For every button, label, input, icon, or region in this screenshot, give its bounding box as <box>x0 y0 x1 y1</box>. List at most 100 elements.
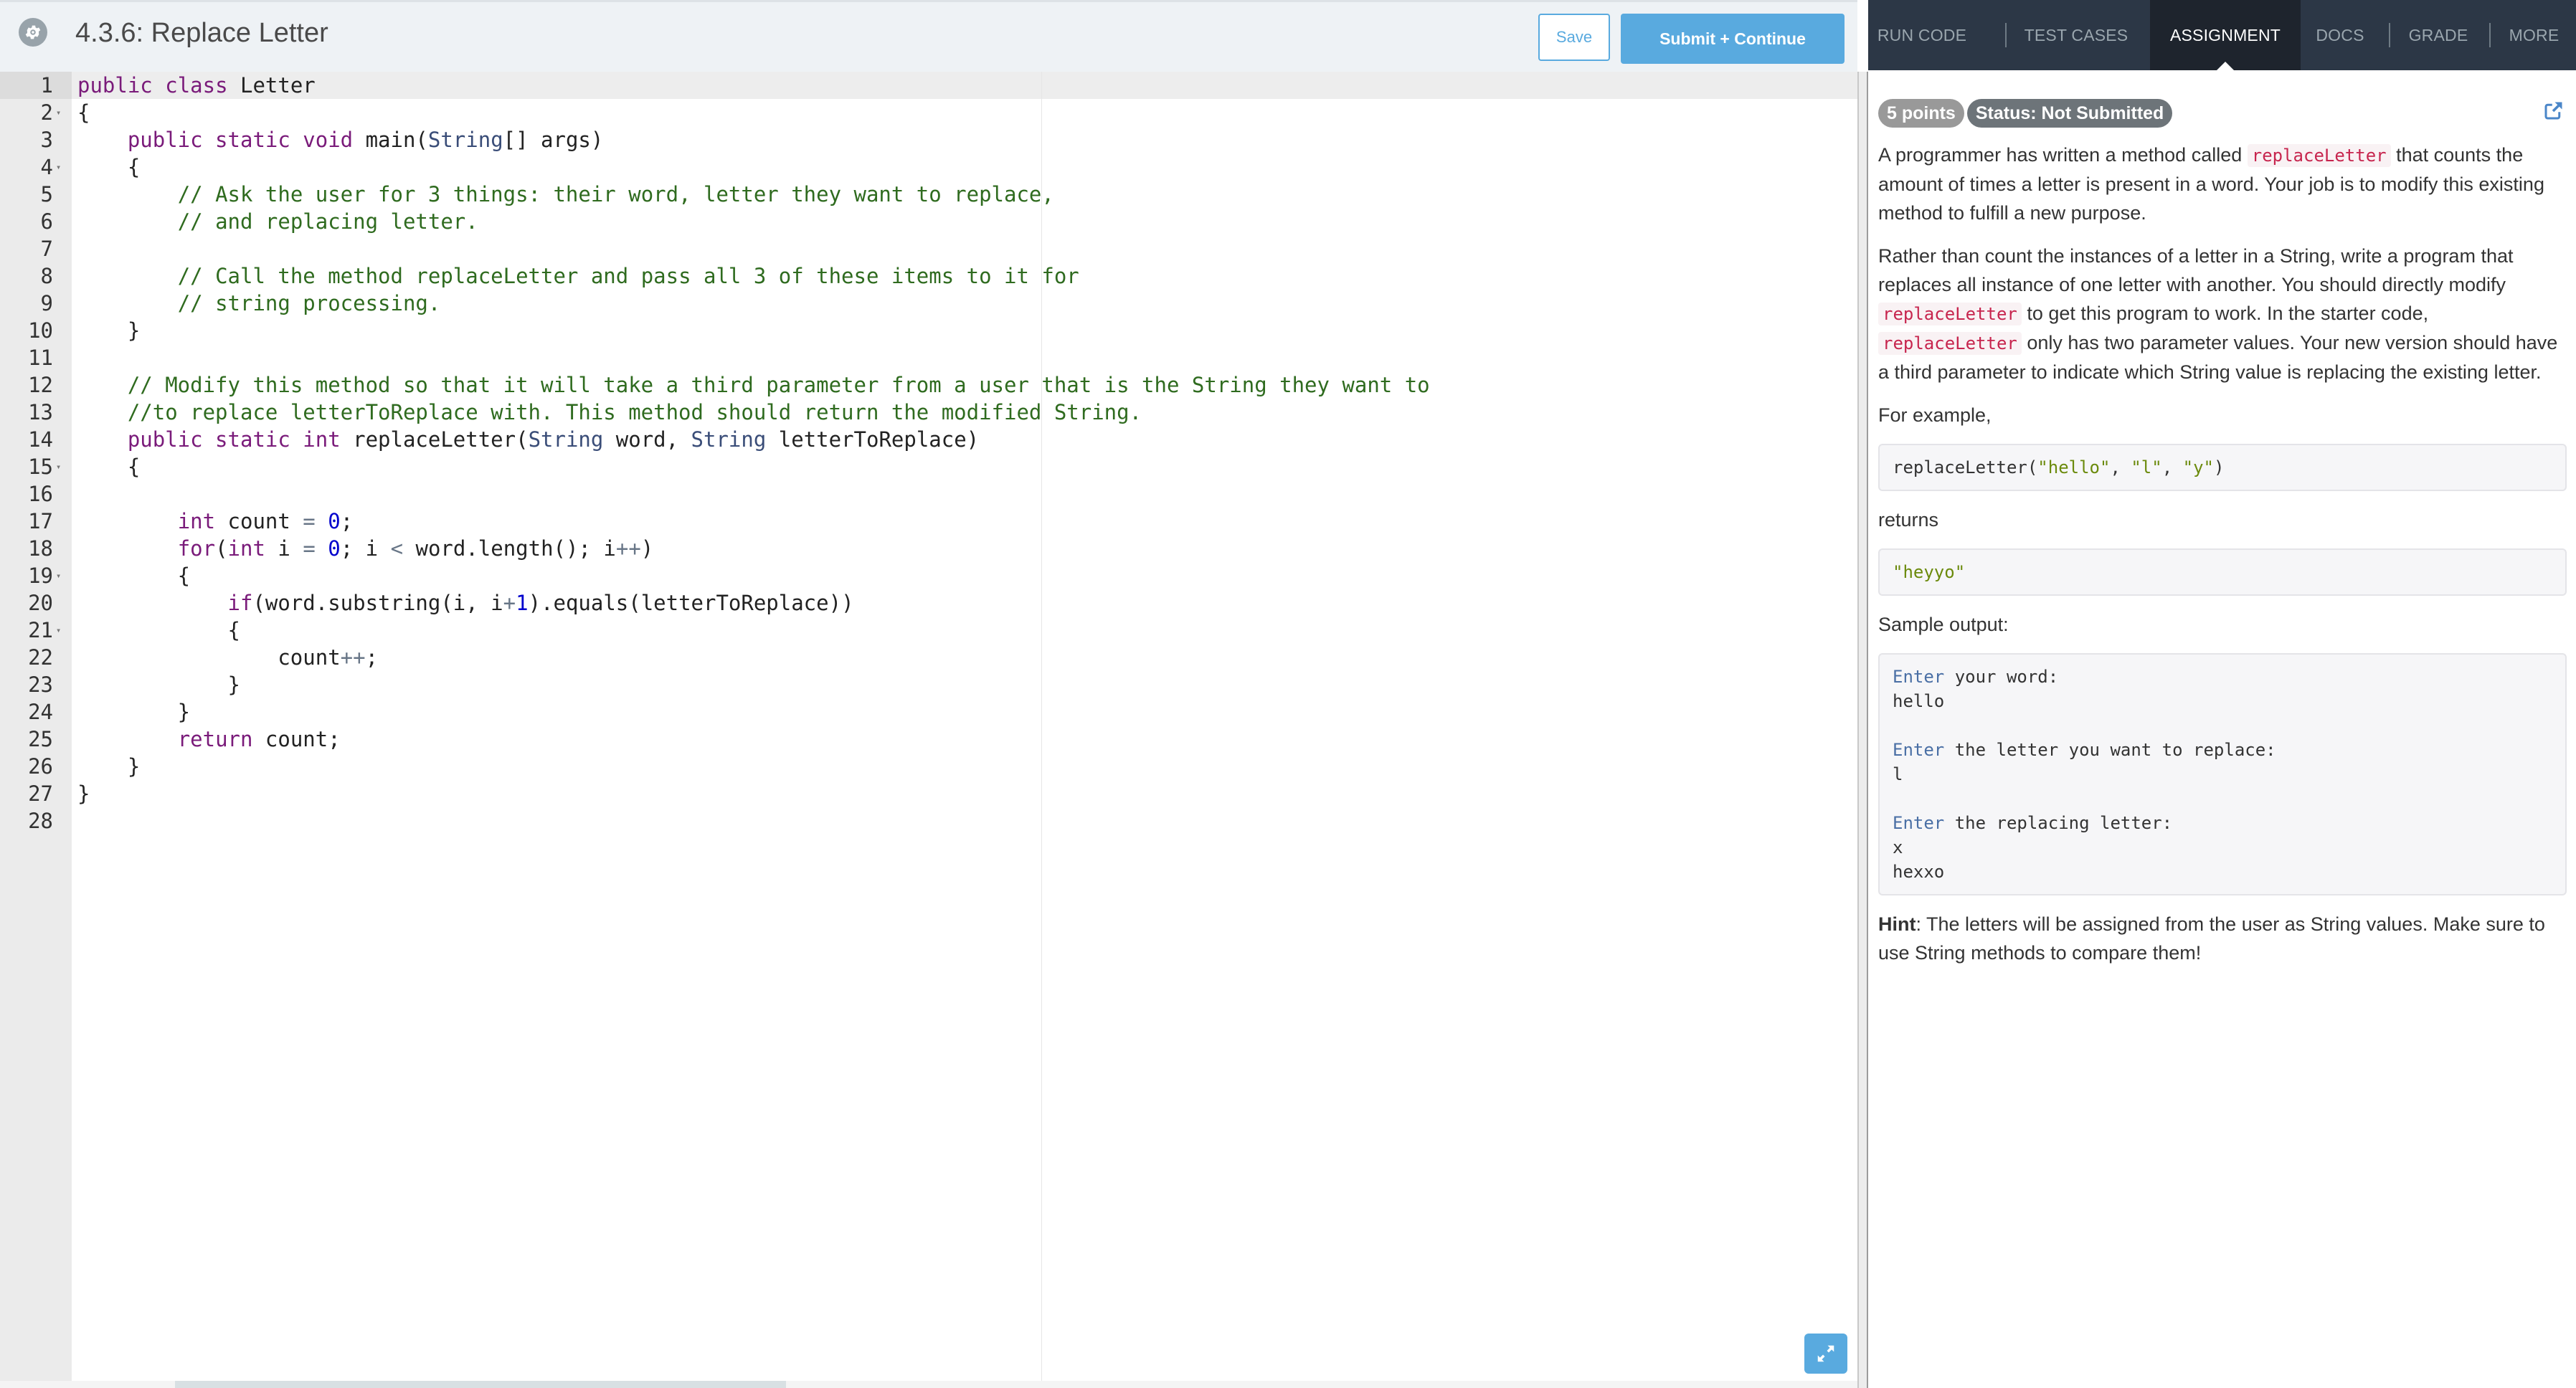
code-text: { <box>77 618 240 642</box>
panel-tabs: RUN CODE TEST CASES ASSIGNMENT DOCS GRAD… <box>1868 0 2576 70</box>
tab-label: MORE <box>2509 25 2560 44</box>
output-text: the replacing letter: <box>1944 813 2173 833</box>
tab-grade[interactable]: GRADE <box>2395 0 2481 70</box>
tab-separator <box>2005 23 2007 47</box>
code-editor[interactable]: 1 public class Letter 2 ▾{3 public static v… <box>0 72 1857 1388</box>
code-token: ) <box>2213 457 2225 477</box>
line-number: 8 <box>40 264 53 288</box>
expand-arrows-icon <box>1817 1345 1834 1362</box>
tab-docs[interactable]: DOCS <box>2301 0 2380 70</box>
fold-toggle-icon[interactable]: ▾ <box>56 617 61 644</box>
fold-toggle-icon[interactable]: ▾ <box>56 153 61 181</box>
sample-output-code: Enter your word: hello Enter the letter … <box>1878 653 2567 895</box>
settings-gear-icon[interactable] <box>19 18 47 47</box>
code-line[interactable]: 13 //to replace letterToReplace with. Th… <box>0 399 1850 426</box>
output-keyword: Enter <box>1893 667 1945 687</box>
tab-more[interactable]: MORE <box>2492 0 2576 70</box>
code-line[interactable]: 26 } <box>0 753 1850 780</box>
tab-assignment[interactable]: ASSIGNMENT <box>2150 0 2301 70</box>
line-number: 20 <box>28 591 53 615</box>
external-link-icon <box>2544 102 2562 120</box>
code-line[interactable]: 8 // Call the method replaceLetter and p… <box>0 262 1850 290</box>
tab-label: RUN CODE <box>1877 25 1967 44</box>
line-number: 10 <box>28 318 53 343</box>
code-text: { <box>77 100 90 125</box>
code-line[interactable]: 23 } <box>0 671 1850 698</box>
save-button[interactable]: Save <box>1538 14 1610 61</box>
line-number: 26 <box>28 754 53 779</box>
code-text: } <box>77 318 141 343</box>
code-line[interactable]: 5 // Ask the user for 3 things: their wo… <box>0 181 1850 208</box>
tab-test-cases[interactable]: TEST CASES <box>2022 0 2130 70</box>
line-number: 14 <box>28 427 53 452</box>
line-number: 13 <box>28 400 53 424</box>
line-number: 11 <box>28 346 53 370</box>
code-line[interactable]: 24 } <box>0 698 1850 726</box>
line-number: 24 <box>28 700 53 724</box>
hint-label: Hint <box>1878 913 1916 935</box>
pane-resize-divider[interactable] <box>1857 72 1868 1388</box>
code-line[interactable]: 22 count++; <box>0 644 1850 671</box>
code-text: count++; <box>77 645 379 670</box>
code-line[interactable]: 4 ▾ { <box>0 153 1850 181</box>
code-token: "l" <box>2131 457 2162 477</box>
tab-separator <box>2389 23 2390 47</box>
code-line[interactable]: 7 <box>0 235 1850 262</box>
assignment-content: 5 points Status: Not Submitted A programm… <box>1878 99 2567 981</box>
line-number: 19 <box>28 564 53 588</box>
line-number: 15 <box>28 455 53 479</box>
tab-run-code[interactable]: RUN CODE <box>1868 0 1976 70</box>
line-number: 22 <box>28 645 53 670</box>
inline-code: replaceLetter <box>1878 332 2022 355</box>
code-line[interactable]: 19 ▾ { <box>0 562 1850 589</box>
code-token: , <box>2110 457 2131 477</box>
code-line[interactable]: 3 public static void main(String[] args) <box>0 126 1850 153</box>
code-token: "hello" <box>2037 457 2111 477</box>
fold-toggle-icon[interactable]: ▾ <box>56 562 61 589</box>
code-line[interactable]: 21 ▾ { <box>0 617 1850 644</box>
hint-paragraph: Hint: The letters will be assigned from … <box>1878 910 2567 967</box>
tab-label: GRADE <box>2408 25 2468 44</box>
code-text: // string processing. <box>177 291 441 315</box>
code-text: int count = 0; <box>177 509 354 533</box>
code-line[interactable]: 2 ▾ { <box>0 99 1850 126</box>
code-text: } <box>77 781 90 806</box>
code-line[interactable]: 1 public class Letter <box>0 72 1850 99</box>
code-line[interactable]: 28 <box>0 807 1850 835</box>
code-line[interactable]: 18 for(int i = 0; i < word.length(); i++… <box>0 535 1850 562</box>
code-line[interactable]: 17 int count = 0; <box>0 508 1850 535</box>
assignment-meta: 5 points Status: Not Submitted <box>1878 99 2567 128</box>
fullscreen-button[interactable] <box>1804 1334 1847 1374</box>
code-line[interactable]: 16 <box>0 480 1850 508</box>
output-keyword: Enter <box>1893 813 1945 833</box>
output-text: l <box>1893 764 1903 784</box>
code-line[interactable]: 25 return count; <box>0 726 1850 753</box>
code-line[interactable]: 10 } <box>0 317 1850 344</box>
code-line[interactable]: 20 if(word.substring(i, i+1).equals(lett… <box>0 589 1850 617</box>
fold-toggle-icon[interactable]: ▾ <box>56 99 61 126</box>
code-text: { <box>77 564 191 588</box>
description-paragraph-2: Rather than count the instances of a let… <box>1878 242 2567 386</box>
fold-toggle-icon[interactable]: ▾ <box>56 453 61 480</box>
side-panel: RUN CODE TEST CASES ASSIGNMENT DOCS GRAD… <box>1868 0 2576 1388</box>
line-number: 27 <box>28 781 53 806</box>
code-line[interactable]: 27} <box>0 780 1850 807</box>
return-value: "heyyo" <box>1893 562 1966 582</box>
output-keyword: Enter <box>1893 740 1945 760</box>
horizontal-scrollbar-thumb[interactable] <box>175 1381 786 1388</box>
code-line[interactable]: 14 public static int replaceLetter(Strin… <box>0 426 1850 453</box>
description-paragraph-1: A programmer has written a method called… <box>1878 141 2567 227</box>
points-badge: 5 points <box>1878 99 1964 128</box>
line-number: 5 <box>40 182 53 206</box>
code-line[interactable]: 9 // string processing. <box>0 290 1850 317</box>
line-number: 4 <box>40 155 53 179</box>
code-text: if(word.substring(i, i+1).equals(letterT… <box>227 591 854 615</box>
code-line[interactable]: 11 <box>0 344 1850 371</box>
submit-continue-button[interactable]: Submit + Continue <box>1621 14 1845 64</box>
open-external-link[interactable] <box>2542 100 2564 130</box>
output-text: hello <box>1893 691 1945 711</box>
hint-text: : The letters will be assigned from the … <box>1878 913 2545 964</box>
code-line[interactable]: 15 ▾ { <box>0 453 1850 480</box>
code-line[interactable]: 6 // and replacing letter. <box>0 208 1850 235</box>
code-line[interactable]: 12 // Modify this method so that it will… <box>0 371 1850 399</box>
